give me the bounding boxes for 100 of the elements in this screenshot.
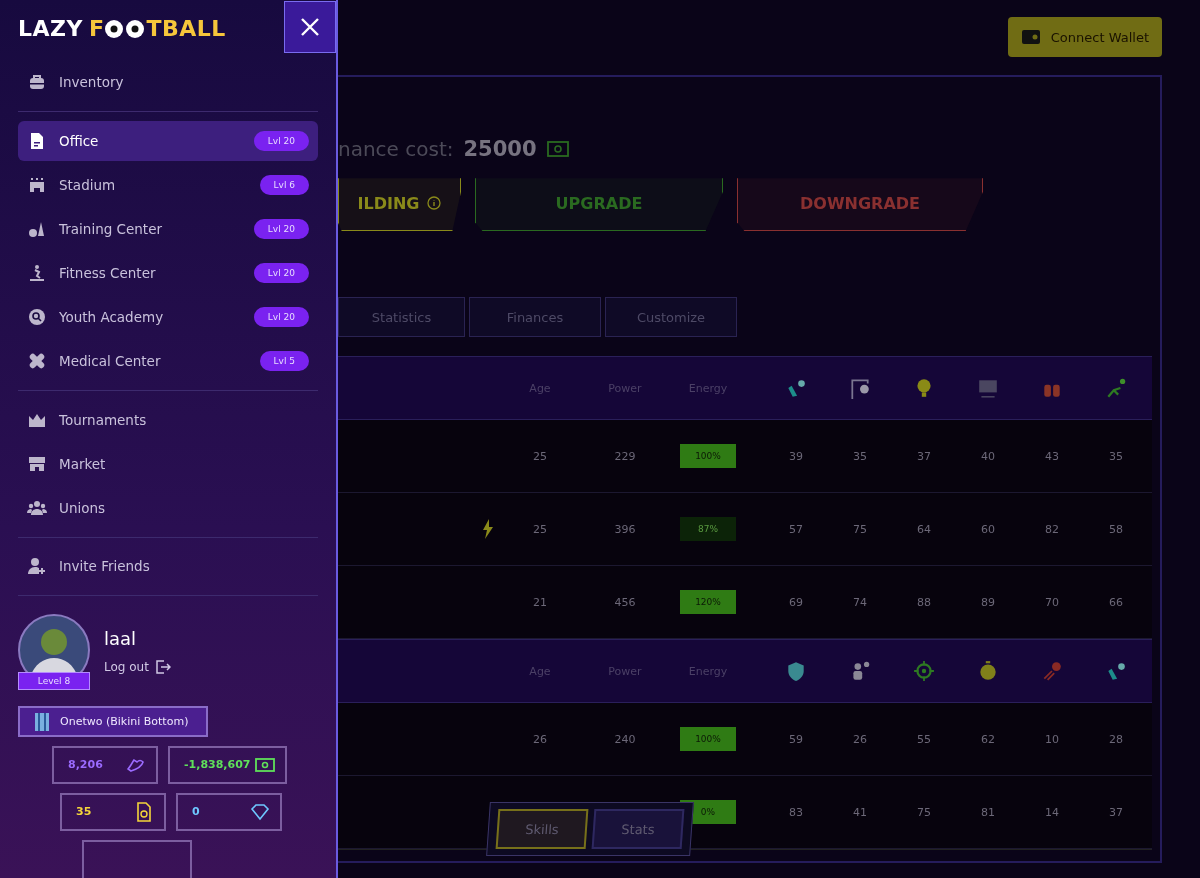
menu-label: Stadium <box>59 176 117 193</box>
table-cell-text: 14 <box>1044 805 1060 819</box>
column-header: Power <box>607 664 643 678</box>
menu-label: Office <box>59 132 100 149</box>
menu-label: Training Center <box>59 220 163 237</box>
table-row[interactable]: 21 456 120% 69 74 88 89 70 66 <box>338 566 1152 639</box>
username: laal <box>104 628 138 650</box>
menu-item[interactable]: Youth Academy Lvl 20 <box>18 296 318 337</box>
search-icon <box>27 306 47 327</box>
logo: LAZY F TBALL <box>18 16 226 41</box>
stat-chip: 8,206 <box>52 746 158 784</box>
column-header: Energy <box>687 664 729 678</box>
menu-label: Youth Academy <box>59 308 165 325</box>
close-icon <box>300 17 320 37</box>
menu-item[interactable]: Unions <box>18 487 318 528</box>
bag-icon <box>27 72 47 92</box>
menu-item[interactable]: Invite Friends <box>18 546 318 587</box>
column-header: Age <box>528 381 552 395</box>
view-tab[interactable]: Stats <box>591 809 685 849</box>
table-cell-text: 69 <box>788 595 804 609</box>
table-cell-text: 35 <box>1108 449 1124 463</box>
menu-label: Medical Center <box>59 352 162 369</box>
menu-label: Fitness Center <box>59 264 157 281</box>
level-badge: Lvl 20 <box>253 130 309 151</box>
table-cell-text: 40 <box>980 449 996 463</box>
energy-badge: 120% <box>680 590 736 614</box>
table-cell-text: 35 <box>852 449 868 463</box>
energy-badge: 100% <box>680 444 736 468</box>
table-cell-text: 75 <box>852 522 868 536</box>
table-cell-text: 240 <box>613 732 637 746</box>
menu-label: Market <box>59 455 107 472</box>
maintenance-value: 25000 <box>463 137 537 161</box>
table-cell-text: 37 <box>1108 805 1124 819</box>
team-button[interactable]: Onetwo (Bikini Bottom) <box>18 706 208 737</box>
level-badge: Lvl 6 <box>259 174 309 195</box>
table-cell-text: 10 <box>1044 732 1060 746</box>
close-button[interactable] <box>284 1 336 53</box>
table-cell-text: 75 <box>916 805 932 819</box>
add-user-icon <box>27 556 47 577</box>
wallet-icon <box>1020 29 1041 45</box>
view-tab[interactable]: Skills <box>495 809 589 849</box>
table-cell-text: 64 <box>916 522 932 536</box>
net-icon <box>977 377 999 399</box>
shield-icon <box>785 660 807 682</box>
table-cell-text: 70 <box>1044 595 1060 609</box>
stat-chip: 35 <box>60 793 166 831</box>
level-badge: Lvl 20 <box>253 218 309 239</box>
target-icon <box>913 660 935 682</box>
diamond-icon <box>250 802 270 822</box>
jersey-icon <box>32 710 52 733</box>
document-icon <box>134 802 154 822</box>
energy-badge: 87% <box>680 517 736 541</box>
table-cell-text: 60 <box>980 522 996 536</box>
table-cell-text: 26 <box>532 732 548 746</box>
table-cell-text: 26 <box>852 732 868 746</box>
column-header: Power <box>607 381 643 395</box>
menu-item[interactable]: Inventory <box>18 62 318 102</box>
menu-item[interactable]: Tournaments <box>18 399 318 440</box>
level-badge: Lvl 5 <box>259 350 309 371</box>
menu-item[interactable]: Medical Center Lvl 5 <box>18 340 318 381</box>
table-cell-text: 66 <box>1108 595 1124 609</box>
table-cell-text: 57 <box>788 522 804 536</box>
maintenance-label: nance cost: <box>338 137 454 161</box>
level-tag: Level 8 <box>18 672 90 691</box>
table-cell-text: 41 <box>852 805 868 819</box>
table-cell-text: 88 <box>916 595 932 609</box>
table-cell-text: 82 <box>1044 522 1060 536</box>
table-cell-text: 83 <box>788 805 804 819</box>
menu-label: Unions <box>59 499 107 516</box>
menu-item[interactable]: Market <box>18 443 318 484</box>
table-row[interactable]: 25 396 87% 57 75 64 60 82 58 <box>338 493 1152 566</box>
table-row[interactable]: 25 229 100% 39 35 37 40 43 35 <box>338 420 1152 493</box>
table-cell-text: 58 <box>1108 522 1124 536</box>
menu-label: Inventory <box>59 74 125 90</box>
menu-item[interactable]: Training Center Lvl 20 <box>18 208 318 249</box>
energy-badge: 100% <box>680 727 736 751</box>
table-cell-text: 55 <box>916 732 932 746</box>
menu-item[interactable]: Stadium Lvl 6 <box>18 164 318 205</box>
logout-icon <box>154 659 171 676</box>
logout-button[interactable]: Log out <box>104 659 171 676</box>
connect-wallet-button[interactable]: Connect Wallet <box>1007 17 1162 57</box>
table-cell-text: 74 <box>852 595 868 609</box>
table-cell-text: 81 <box>980 805 996 819</box>
level-badge: Lvl 20 <box>253 262 309 283</box>
table-cell-text: 25 <box>532 449 548 463</box>
table-cell-text: 62 <box>980 732 996 746</box>
table-cell-text: 37 <box>916 449 932 463</box>
table-cell-text: 229 <box>613 449 637 463</box>
stopwatch-icon <box>977 660 999 682</box>
menu-label: Tournaments <box>59 411 148 428</box>
info-icon <box>427 196 442 210</box>
menu-item[interactable]: Office Lvl 20 <box>18 120 318 161</box>
table-cell-text: 396 <box>613 522 637 536</box>
table-cell-text: 28 <box>1108 732 1124 746</box>
table-cell-text: 59 <box>788 732 804 746</box>
menu-item[interactable]: Fitness Center Lvl 20 <box>18 252 318 293</box>
stat-chip: 0 <box>176 793 282 831</box>
table-row[interactable]: 26 240 100% 59 26 55 62 10 28 <box>338 703 1152 776</box>
table-cell-text: 21 <box>532 595 548 609</box>
table-cell-text: 25 <box>532 522 548 536</box>
